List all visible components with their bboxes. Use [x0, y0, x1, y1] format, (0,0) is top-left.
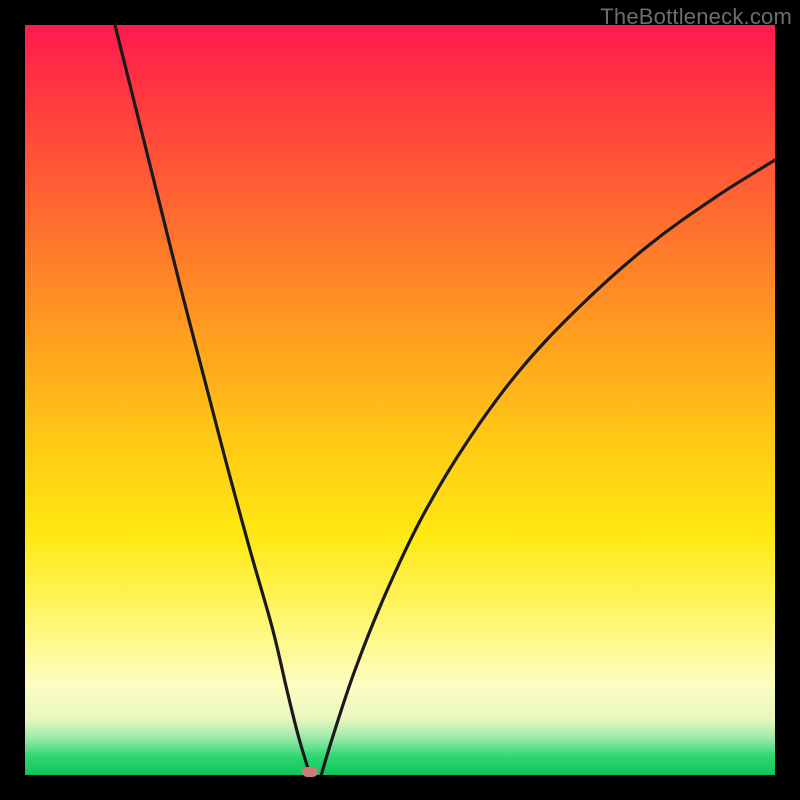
plot-area: [25, 25, 775, 775]
minimum-marker: [302, 767, 318, 777]
bottleneck-curve: [25, 25, 775, 775]
watermark-text: TheBottleneck.com: [600, 4, 792, 30]
chart-frame: TheBottleneck.com: [0, 0, 800, 800]
